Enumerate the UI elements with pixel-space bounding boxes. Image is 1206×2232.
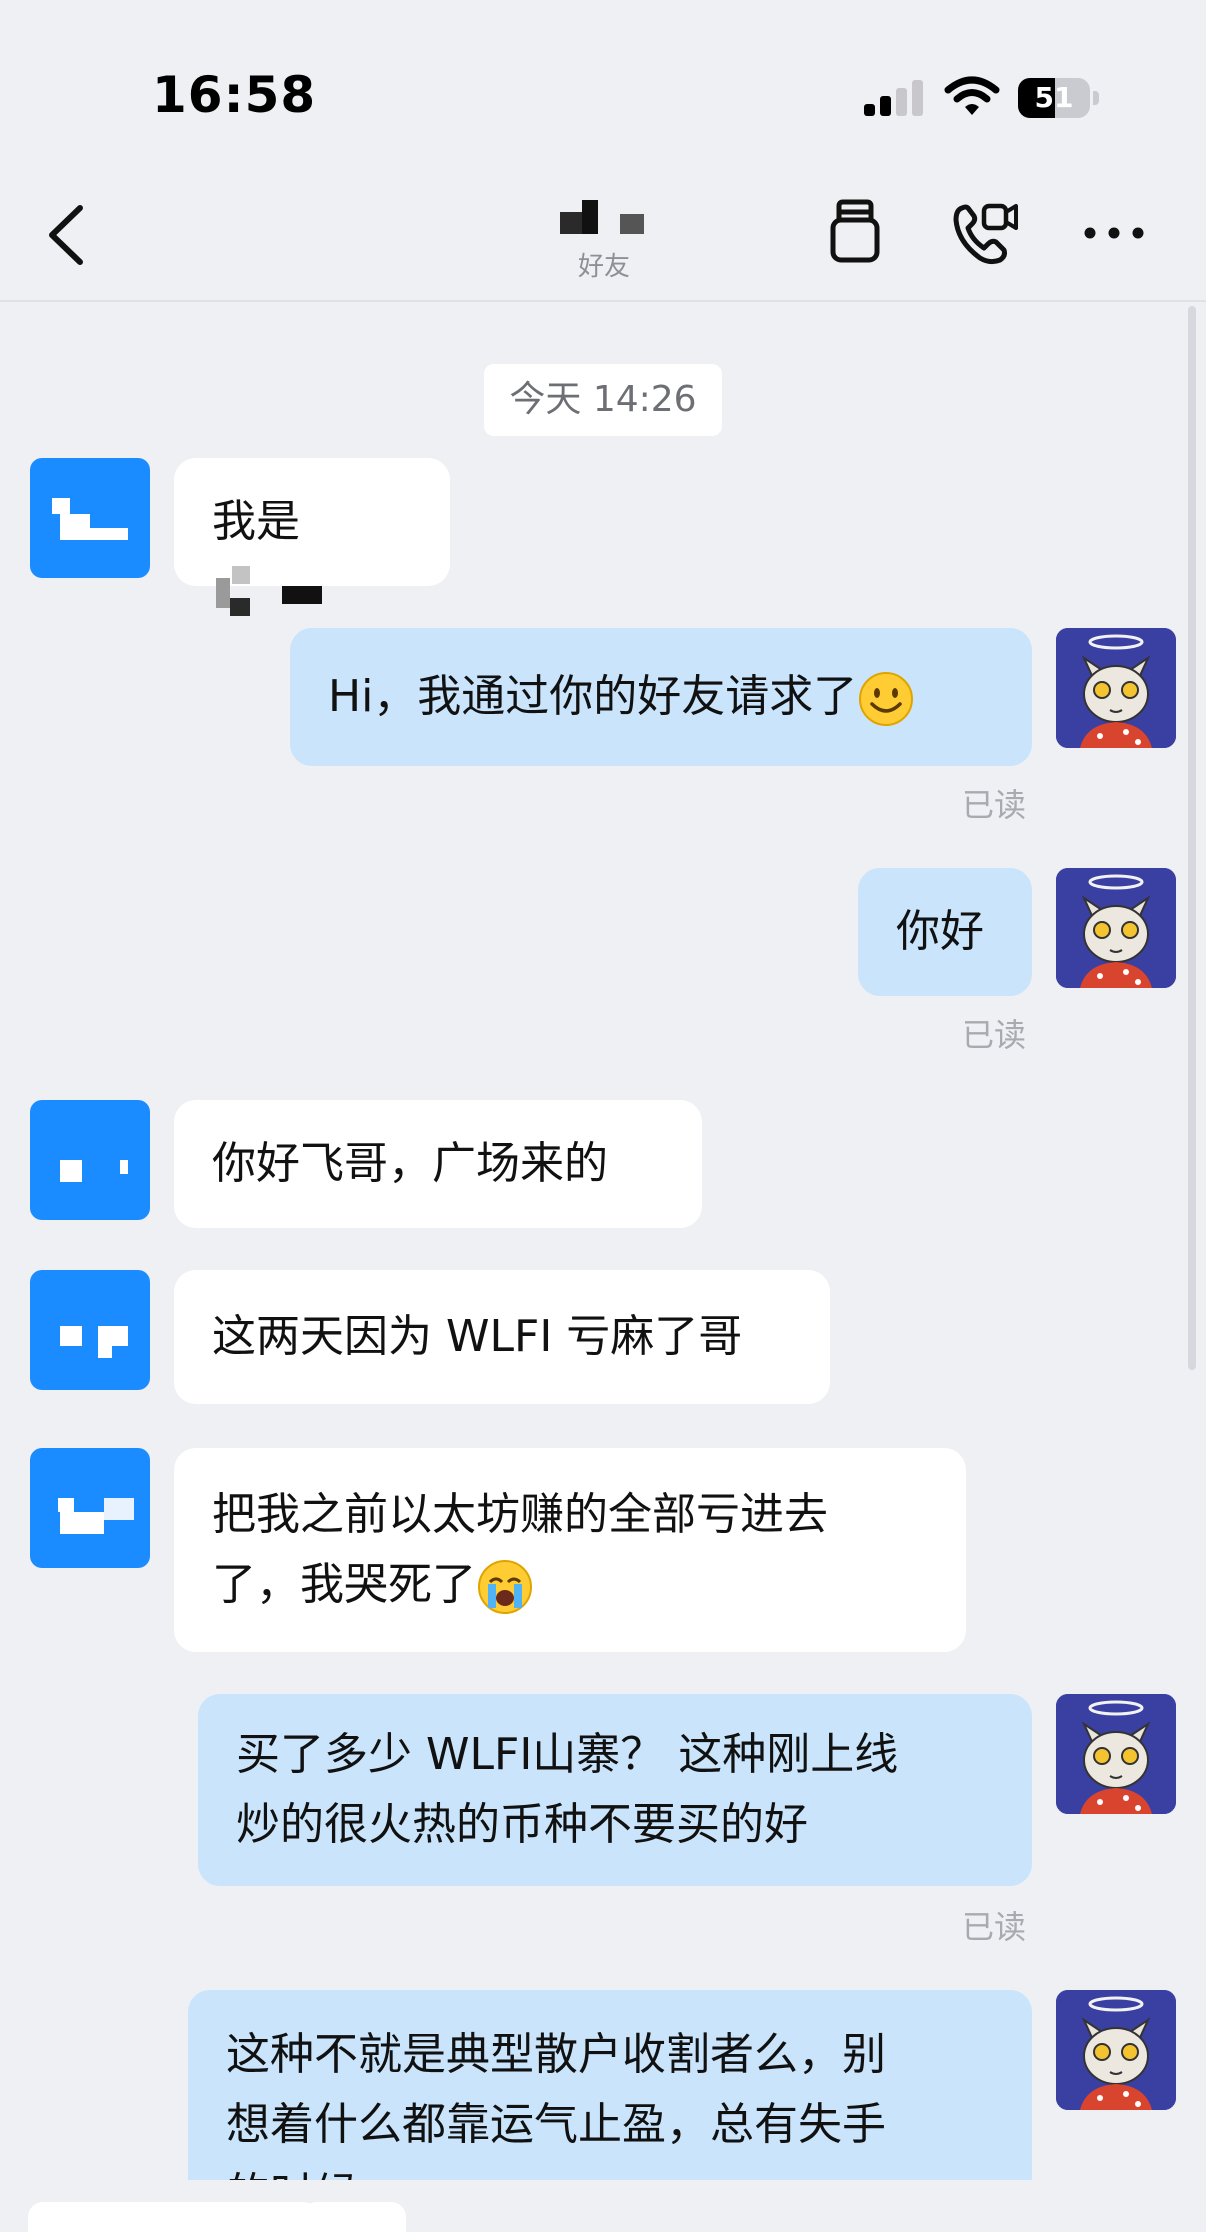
cat-avatar-icon	[1056, 1694, 1176, 1814]
read-status: 已读	[962, 786, 1027, 824]
message-bubble-incoming[interactable]: 我是	[174, 458, 450, 616]
loudly-crying-face-emoji	[478, 1560, 532, 1614]
friend-avatar[interactable]	[30, 1270, 150, 1390]
contact-name-pixelated	[560, 200, 650, 234]
status-bar: 16:58 51	[0, 0, 1206, 170]
message-bubble-outgoing[interactable]: 你好	[858, 868, 1032, 996]
message-bubble-incoming[interactable]: 这两天因为 WLFI 亏麻了哥	[174, 1270, 830, 1404]
my-avatar[interactable]	[1056, 868, 1176, 988]
back-icon[interactable]	[36, 200, 106, 270]
scrollbar[interactable]	[1188, 306, 1196, 1370]
cat-avatar-icon	[1056, 868, 1176, 988]
my-avatar[interactable]	[1056, 1694, 1176, 1814]
friend-avatar[interactable]	[30, 1100, 150, 1220]
message-text: 你好	[896, 906, 984, 957]
message-bubble-incoming[interactable]: 把我之前以太坊赚的全部亏进去 了，我哭死了	[174, 1448, 966, 1652]
smiling-face-emoji	[859, 672, 914, 726]
message-text: 我是	[212, 496, 300, 547]
message-text-line: 的时候	[226, 2160, 994, 2180]
status-time: 16:58	[152, 66, 317, 124]
chat-timestamp: 今天 14:26	[484, 364, 722, 436]
message-text-line: 买了多少 WLFI山寨？ 这种刚上线	[236, 1729, 899, 1780]
message-text-line: 把我之前以太坊赚的全部亏进去	[212, 1489, 828, 1540]
chat-header: 好友	[0, 170, 1206, 302]
message-bubble-outgoing[interactable]: Hi，我通过你的好友请求了	[290, 628, 1032, 766]
contact-relation: 好友	[577, 252, 630, 282]
message-text: 你好飞哥，广场来的	[212, 1138, 608, 1189]
video-call-icon[interactable]	[950, 198, 1020, 268]
battery-percent: 51	[1034, 81, 1074, 114]
message-text-line: 了，我哭死了	[212, 1559, 476, 1610]
message-bubble-outgoing: 这种不就是典型散户收割者么，别 想着什么都靠运气止盈，总有失手 的时候	[188, 1990, 1032, 2180]
wifi-icon	[944, 76, 1000, 115]
message-bubble-outgoing[interactable]: 买了多少 WLFI山寨？ 这种刚上线 炒的很火热的币种不要买的好	[198, 1694, 1032, 1886]
message-text-line: 想着什么都靠运气止盈，总有失手	[226, 2099, 886, 2150]
read-status: 已读	[962, 1016, 1027, 1054]
friend-avatar[interactable]	[30, 458, 150, 578]
message-bubble-outgoing-partial[interactable]: 这种不就是典型散户收割者么，别 想着什么都靠运气止盈，总有失手 的时候	[188, 1990, 1032, 2180]
my-avatar[interactable]	[1056, 628, 1176, 748]
message-text-line: 炒的很火热的币种不要买的好	[236, 1799, 808, 1850]
message-text: 这两天因为 WLFI 亏麻了哥	[212, 1311, 743, 1362]
shop-bag-icon[interactable]	[820, 198, 890, 268]
read-status: 已读	[962, 1908, 1027, 1946]
cat-avatar-icon	[1056, 1990, 1176, 2110]
message-text-line: 这种不就是典型散户收割者么，别	[226, 2029, 886, 2080]
message-text: Hi，我通过你的好友请求了	[328, 671, 858, 722]
more-icon[interactable]	[1080, 198, 1150, 268]
battery-icon: 51	[1018, 78, 1100, 118]
signal-icon	[864, 78, 924, 116]
name-pixelated	[212, 564, 330, 624]
message-bubble-incoming[interactable]: 你好飞哥，广场来的	[174, 1100, 702, 1228]
friend-avatar[interactable]	[30, 1448, 150, 1568]
cat-avatar-icon	[1056, 628, 1176, 748]
my-avatar[interactable]	[1056, 1990, 1176, 2110]
